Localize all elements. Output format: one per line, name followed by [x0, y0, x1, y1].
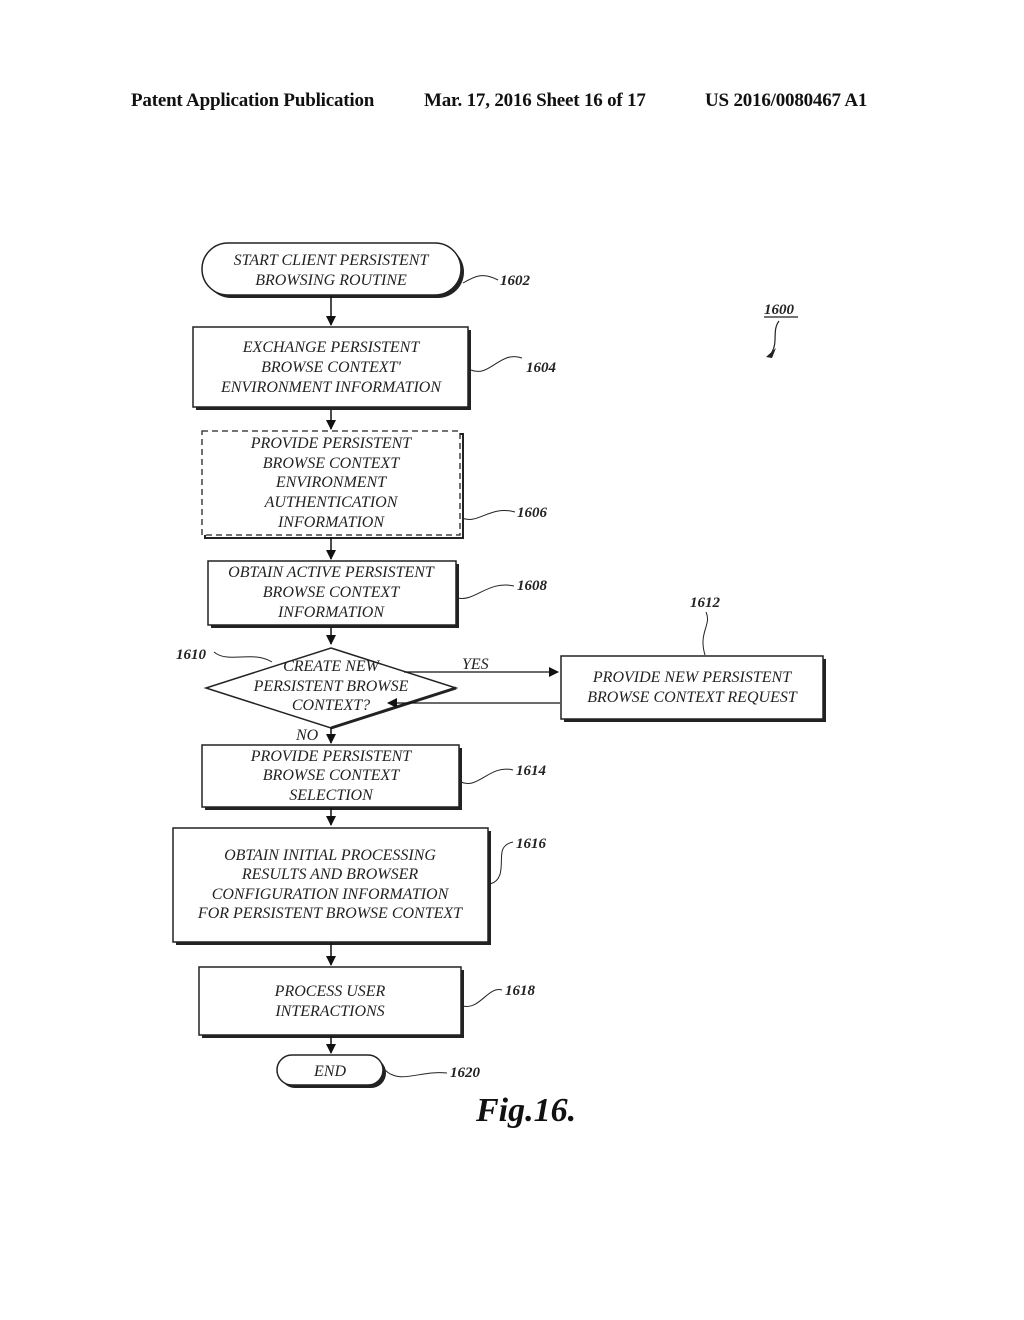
figure-ref-leader: [771, 320, 780, 353]
figure-caption: Fig.16.: [475, 1092, 576, 1129]
node-1612-line-2: BROWSE CONTEXT REQUEST: [587, 689, 798, 706]
node-1608-obtain-active: OBTAIN ACTIVE PERSISTENT BROWSE CONTEXT …: [207, 560, 548, 628]
node-1606-line-1: PROVIDE PERSISTENT: [250, 435, 413, 452]
node-1608-line-3: INFORMATION: [277, 604, 385, 621]
node-1614-line-1: PROVIDE PERSISTENT: [250, 748, 413, 765]
node-1618-process-interactions: PROCESS USER INTERACTIONS 1618: [198, 966, 536, 1038]
node-1610-line-3: CONTEXT?: [292, 697, 370, 714]
node-1616-line-4: FOR PERSISTENT BROWSE CONTEXT: [197, 905, 463, 922]
node-1610-line-1: CREATE NEW: [283, 658, 381, 675]
figure-id: 1600: [764, 302, 795, 318]
leader-1610: [213, 651, 273, 663]
node-1616-line-2: RESULTS AND BROWSER: [241, 866, 418, 883]
ref-1606: 1606: [517, 505, 548, 521]
ref-1608: 1608: [517, 578, 548, 594]
node-1606-line-2: BROWSE CONTEXT: [263, 455, 401, 472]
ref-1620: 1620: [450, 1065, 481, 1081]
node-1608-line-1: OBTAIN ACTIVE PERSISTENT: [228, 564, 435, 581]
leader-1620: [384, 1069, 448, 1078]
node-1620-line-1: END: [313, 1063, 346, 1080]
leader-1608: [457, 584, 515, 599]
node-1610-decision: CREATE NEW PERSISTENT BROWSE CONTEXT? 16…: [176, 647, 459, 730]
leader-1618: [462, 989, 503, 1007]
node-1616-line-3: CONFIGURATION INFORMATION: [212, 886, 450, 903]
ref-1616: 1616: [516, 836, 547, 852]
leader-1604: [470, 356, 523, 372]
node-1606-line-5: INFORMATION: [277, 514, 385, 531]
node-1612-line-1: PROVIDE NEW PERSISTENT: [592, 669, 792, 686]
node-1604-line-1: EXCHANGE PERSISTENT: [242, 339, 421, 356]
node-1602-start: START CLIENT PERSISTENT BROWSING ROUTINE…: [201, 242, 531, 298]
node-1616-line-1: OBTAIN INITIAL PROCESSING: [224, 847, 436, 864]
ref-1612: 1612: [690, 595, 721, 611]
node-1612-provide-new: PROVIDE NEW PERSISTENT BROWSE CONTEXT RE…: [560, 595, 826, 722]
node-1606-line-3: ENVIRONMENT: [275, 474, 387, 491]
leader-1602: [462, 275, 499, 284]
leader-1614: [460, 768, 514, 784]
ref-1604: 1604: [526, 360, 557, 376]
node-1604-line-3: ENVIRONMENT INFORMATION: [220, 379, 442, 396]
ref-1614: 1614: [516, 763, 547, 779]
node-1606-provide-auth: PROVIDE PERSISTENT BROWSE CONTEXT ENVIRO…: [201, 430, 548, 539]
ref-1602: 1602: [500, 273, 531, 289]
node-1608-line-2: BROWSE CONTEXT: [263, 584, 401, 601]
node-1606-line-4: AUTHENTICATION: [264, 494, 399, 511]
flowchart: START CLIENT PERSISTENT BROWSING ROUTINE…: [172, 242, 826, 1129]
edge-label-yes: YES: [462, 656, 489, 673]
node-1618-line-1: PROCESS USER: [274, 983, 386, 1000]
edge-label-no: NO: [295, 727, 319, 744]
node-1604-line-2: BROWSE CONTEXT': [261, 359, 401, 376]
node-1620-end: END 1620: [276, 1054, 481, 1088]
node-1602-line-1: START CLIENT PERSISTENT: [234, 252, 430, 269]
figure-ref-arrowhead: [766, 348, 776, 358]
figure-ref-1600: 1600: [764, 302, 798, 358]
node-1614-provide-selection: PROVIDE PERSISTENT BROWSE CONTEXT SELECT…: [201, 744, 547, 810]
ref-1618: 1618: [505, 983, 536, 999]
leader-1612: [702, 611, 708, 656]
node-1616-obtain-initial: OBTAIN INITIAL PROCESSING RESULTS AND BR…: [172, 827, 547, 945]
node-1618-line-2: INTERACTIONS: [274, 1003, 384, 1020]
node-1602-line-2: BROWSING ROUTINE: [255, 272, 407, 289]
node-1604-exchange: EXCHANGE PERSISTENT BROWSE CONTEXT' ENVI…: [192, 326, 557, 410]
leader-1616: [489, 841, 514, 885]
leader-1606: [461, 510, 516, 520]
node-1614-line-3: SELECTION: [289, 787, 374, 804]
node-1614-line-2: BROWSE CONTEXT: [263, 767, 401, 784]
ref-1610: 1610: [176, 647, 207, 663]
node-1610-line-2: PERSISTENT BROWSE: [253, 678, 409, 695]
